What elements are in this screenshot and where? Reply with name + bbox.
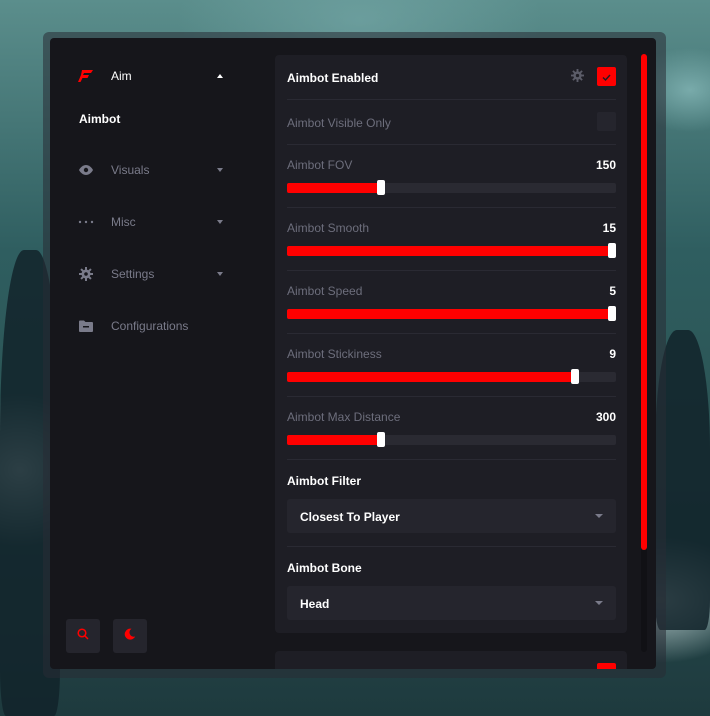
- theme-toggle-button[interactable]: [113, 619, 147, 653]
- chevron-down-icon: [217, 168, 223, 172]
- speed-slider[interactable]: [287, 306, 616, 321]
- search-button[interactable]: [66, 619, 100, 653]
- setting-value: 5: [609, 284, 616, 298]
- scrollbar-thumb[interactable]: [641, 54, 647, 550]
- moon-icon: [124, 627, 136, 645]
- setting-label: Aimbot Stickiness: [287, 347, 382, 361]
- setting-aimbot-stickiness: Aimbot Stickiness 9: [287, 334, 616, 396]
- chevron-up-icon: [217, 74, 223, 78]
- visible-only-checkbox[interactable]: [597, 112, 616, 131]
- setting-aimbot-speed: Aimbot Speed 5: [287, 271, 616, 333]
- setting-value: 9: [609, 347, 616, 361]
- setting-aimbot-bone: Aimbot Bone Head: [287, 547, 616, 633]
- sidebar-item-label: Visuals: [111, 163, 150, 177]
- ellipsis-icon: [78, 214, 94, 230]
- sidebar-item-label: Aim: [111, 69, 132, 83]
- filter-dropdown[interactable]: Closest To Player: [287, 499, 616, 533]
- setting-aimbot-smooth: Aimbot Smooth 15: [287, 208, 616, 270]
- setting-label: Aimbot Visible Only: [287, 116, 391, 130]
- aimbot-enabled-checkbox[interactable]: [597, 67, 616, 86]
- fov-slider[interactable]: [287, 180, 616, 195]
- sidebar-item-aim[interactable]: Aim: [50, 62, 270, 90]
- setting-label: Aimbot Smooth: [287, 221, 370, 235]
- setting-label: Aimbot Bone: [287, 561, 362, 575]
- brand-logo-icon: [78, 68, 94, 84]
- chevron-down-icon: [595, 514, 603, 518]
- slider-handle[interactable]: [376, 180, 385, 195]
- setting-value: 300: [595, 410, 616, 424]
- slider-handle[interactable]: [608, 306, 616, 321]
- setting-label: Aimbot Enabled: [287, 71, 379, 85]
- setting-aimbot-max-distance: Aimbot Max Distance 300: [287, 397, 616, 459]
- aimbot-settings-card: Aimbot Enabled Aimbot Visible Only Aimbo…: [275, 55, 627, 633]
- gear-icon: [78, 266, 94, 282]
- slider-handle[interactable]: [570, 369, 579, 384]
- slider-fill: [287, 183, 381, 193]
- sidebar: Aim Aimbot Visuals Misc Settings Configu…: [50, 38, 270, 669]
- sidebar-item-label: Misc: [111, 215, 136, 229]
- slider-handle[interactable]: [376, 432, 385, 447]
- sidebar-item-configurations[interactable]: Configurations: [50, 312, 270, 340]
- setting-label: Aimbot FOV: [287, 158, 353, 172]
- chevron-down-icon: [595, 601, 603, 605]
- slider-fill: [287, 372, 575, 382]
- next-settings-card: [275, 651, 627, 669]
- dropdown-value: Head: [300, 597, 330, 611]
- next-setting-checkbox[interactable]: [597, 663, 616, 669]
- stickiness-slider[interactable]: [287, 369, 616, 384]
- sidebar-item-settings[interactable]: Settings: [50, 260, 270, 288]
- setting-label: Aimbot Max Distance: [287, 410, 401, 424]
- slider-fill: [287, 309, 616, 319]
- setting-label: Aimbot Filter: [287, 474, 361, 488]
- setting-value: 150: [595, 158, 616, 172]
- gear-icon[interactable]: [571, 69, 584, 87]
- bone-dropdown[interactable]: Head: [287, 586, 616, 620]
- max-distance-slider[interactable]: [287, 432, 616, 447]
- setting-aimbot-fov: Aimbot FOV 150: [287, 145, 616, 207]
- menu-panel: Aim Aimbot Visuals Misc Settings Configu…: [50, 38, 656, 669]
- setting-aimbot-visible-only: Aimbot Visible Only: [287, 100, 616, 144]
- dropdown-value: Closest To Player: [300, 510, 400, 524]
- sidebar-item-label: Configurations: [111, 319, 189, 333]
- setting-value: 15: [602, 221, 616, 235]
- folder-icon: [78, 318, 94, 334]
- sidebar-subitem-aimbot[interactable]: Aimbot: [79, 112, 120, 126]
- sidebar-item-visuals[interactable]: Visuals: [50, 156, 270, 184]
- slider-fill: [287, 246, 616, 256]
- chevron-down-icon: [217, 220, 223, 224]
- setting-aimbot-enabled: Aimbot Enabled: [287, 55, 616, 99]
- eye-icon: [78, 162, 94, 178]
- search-icon: [77, 627, 89, 645]
- smooth-slider[interactable]: [287, 243, 616, 258]
- slider-fill: [287, 435, 381, 445]
- slider-handle[interactable]: [608, 243, 616, 258]
- setting-aimbot-filter: Aimbot Filter Closest To Player: [287, 460, 616, 546]
- setting-label: Aimbot Speed: [287, 284, 363, 298]
- chevron-down-icon: [217, 272, 223, 276]
- checkmark-icon: [602, 68, 611, 86]
- sidebar-item-label: Settings: [111, 267, 155, 281]
- sidebar-item-misc[interactable]: Misc: [50, 208, 270, 236]
